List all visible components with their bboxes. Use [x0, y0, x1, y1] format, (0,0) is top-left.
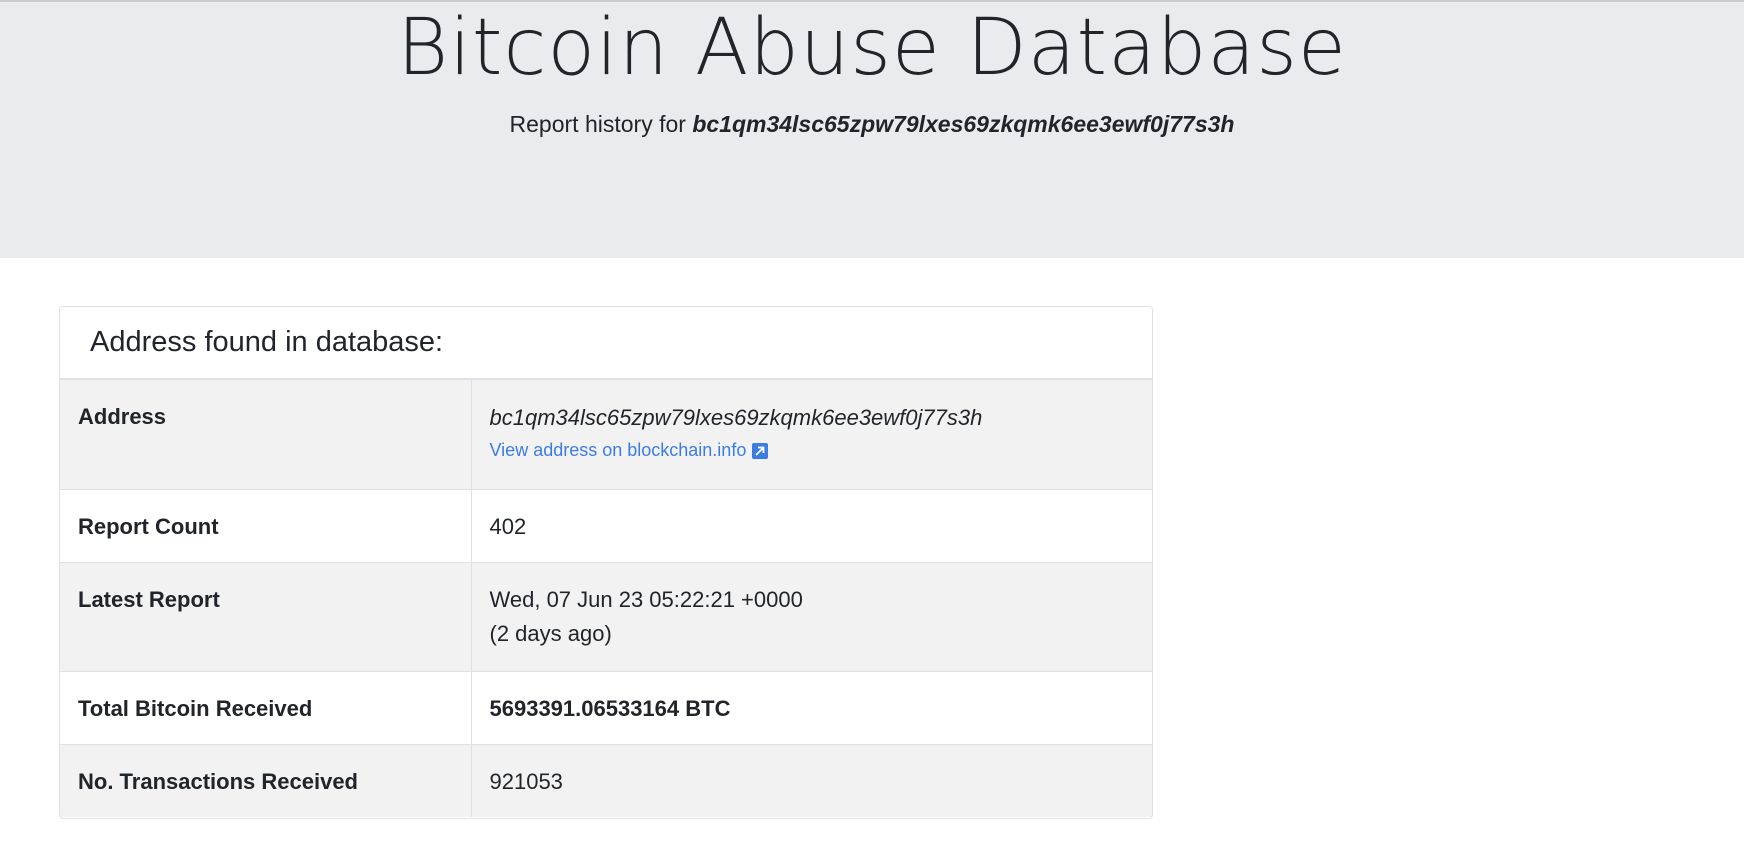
table-row-latest-report: Latest Report Wed, 07 Jun 23 05:22:21 +0…: [60, 561, 1152, 671]
row-label: Address: [60, 380, 472, 489]
external-link-icon: [752, 442, 769, 459]
address-details-card: Address found in database: Address bc1qm…: [59, 306, 1153, 819]
transactions-received-value: 921053: [471, 743, 1152, 817]
total-received-value: 5693391.06533164 BTC: [471, 670, 1152, 744]
row-label: Total Bitcoin Received: [60, 670, 472, 744]
subtitle-address: bc1qm34lsc65zpw79lxes69zkqmk6ee3ewf0j77s…: [692, 111, 1235, 137]
row-value-cell: bc1qm34lsc65zpw79lxes69zkqmk6ee3ewf0j77s…: [471, 380, 1152, 489]
row-label: Latest Report: [60, 561, 472, 671]
page-subtitle: Report history for bc1qm34lsc65zpw79lxes…: [0, 108, 1744, 140]
row-label: No. Transactions Received: [60, 743, 472, 817]
table-row-transactions-received: No. Transactions Received 921053: [60, 743, 1152, 817]
site-title: Bitcoin Abuse Database: [397, 3, 1347, 93]
row-label: Report Count: [60, 488, 472, 562]
latest-report-date: Wed, 07 Jun 23 05:22:21 +0000: [489, 586, 803, 612]
table-row-total-received: Total Bitcoin Received 5693391.06533164 …: [60, 670, 1152, 744]
address-details-table: Address bc1qm34lsc65zpw79lxes69zkqmk6ee3…: [60, 380, 1152, 817]
subtitle-prefix: Report history for: [509, 111, 693, 137]
card-header: Address found in database:: [60, 307, 1152, 380]
table-row-address: Address bc1qm34lsc65zpw79lxes69zkqmk6ee3…: [60, 380, 1152, 489]
card-heading: Address found in database:: [90, 326, 444, 358]
blockchain-info-link[interactable]: View address on blockchain.info: [490, 440, 769, 461]
jumbotron-header: Bitcoin Abuse Database Report history fo…: [0, 0, 1744, 258]
row-value-cell: Wed, 07 Jun 23 05:22:21 +0000 (2 days ag…: [471, 561, 1152, 671]
blockchain-info-link-text: View address on blockchain.info: [489, 440, 747, 460]
address-value: bc1qm34lsc65zpw79lxes69zkqmk6ee3ewf0j77s…: [489, 405, 983, 430]
report-count-value: 402: [471, 488, 1152, 562]
latest-report-relative: (2 days ago): [489, 620, 612, 646]
table-row-report-count: Report Count 402: [60, 488, 1152, 562]
